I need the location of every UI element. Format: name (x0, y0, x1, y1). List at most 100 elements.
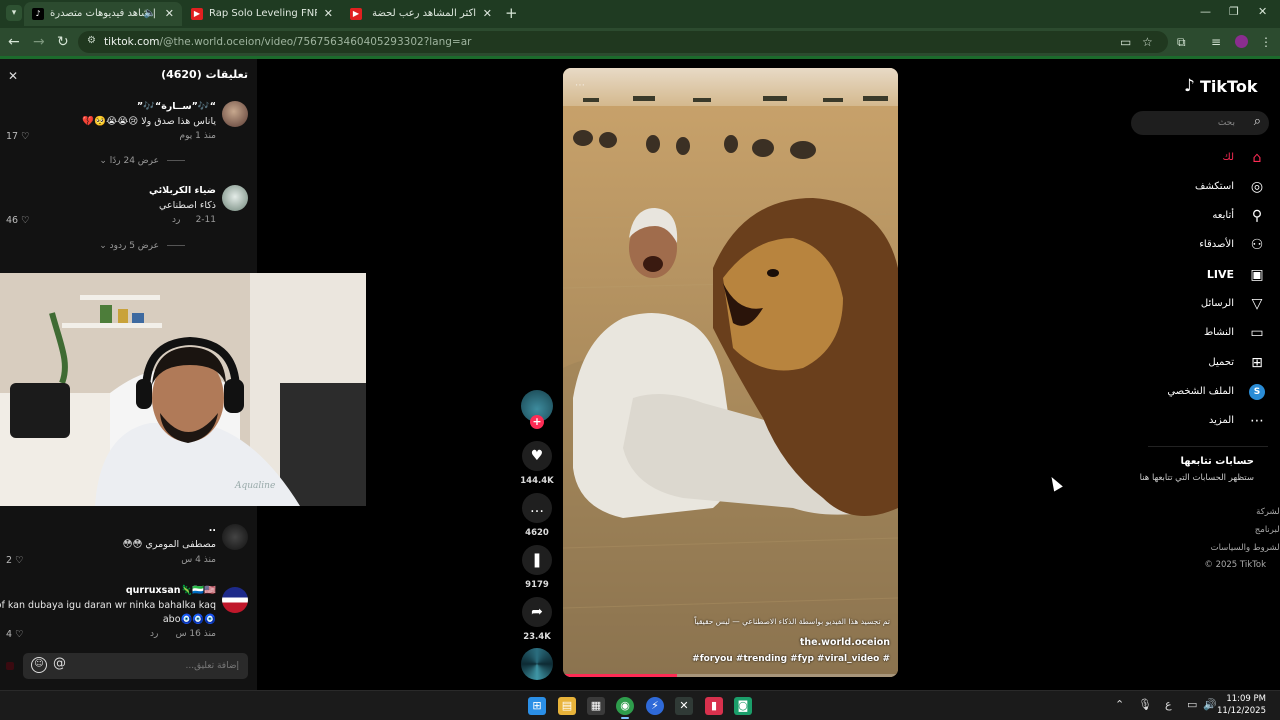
tray-chevron-icon[interactable]: ⌃ (1115, 698, 1124, 711)
reload-icon[interactable]: ↻ (57, 33, 69, 51)
music-disc-icon[interactable] (521, 648, 553, 680)
reply-link[interactable]: رد (150, 629, 158, 639)
youtube-favicon-icon: ▶ (350, 8, 362, 20)
comment-like-button[interactable]: 17 ♡ (6, 131, 30, 142)
sidebar-item-label: لك (1222, 152, 1234, 163)
comment-text: مصطفى المومري 😳😳 (122, 539, 216, 550)
media-control-icon[interactable]: ≡ (1211, 35, 1221, 49)
comment-author[interactable]: “🎶”سـ‍ـارة“🎶” (137, 101, 216, 112)
comment-time: 2-11 (195, 215, 216, 225)
xbox-icon[interactable]: ✕ (675, 697, 693, 715)
close-tab-icon[interactable]: ✕ (324, 2, 333, 26)
comment-time: منذ 4 س (181, 555, 216, 565)
like-button[interactable]: ♥ (522, 441, 552, 471)
sidebar-item-friends[interactable]: الأصدقاء ⚇ (1126, 234, 1266, 256)
bookmark-button[interactable]: ❚ (522, 545, 552, 575)
video-options-icon[interactable]: ⋯ (575, 80, 585, 91)
forward-icon[interactable]: → (33, 33, 45, 51)
tab-label: Rap Solo Leveling FNR | لمشاهدة الجديد (209, 8, 317, 19)
profile-avatar[interactable] (1235, 35, 1248, 48)
file-explorer-icon[interactable]: ▤ (558, 697, 576, 715)
video-hashtags[interactable]: #foryou #trending #fyp #viral_video # (692, 654, 890, 664)
mention-icon[interactable]: @ (53, 656, 66, 671)
video-progress-bar[interactable] (563, 674, 898, 677)
app-icon-blue[interactable]: ⚡ (646, 697, 664, 715)
view-replies-link[interactable]: ⌄ عرض 24 ردًا (99, 156, 185, 166)
close-tab-icon[interactable]: ✕ (483, 2, 492, 26)
home-icon: ⌂ (1252, 150, 1262, 166)
comment-author[interactable]: .. (209, 523, 216, 534)
footer-terms-link[interactable]: الشروط والسياسات (1211, 543, 1280, 553)
close-comments-icon[interactable]: ✕ (8, 69, 18, 83)
tab-label: اكثر المشاهد رعب لحضة اكل العه (368, 8, 476, 19)
browser-menu-icon[interactable]: ⋮ (1260, 35, 1272, 49)
network-icon[interactable]: ▭ (1187, 698, 1197, 711)
windows-taskbar: ⊞ ▤ ▦ ◉ ⚡ ✕ ▮ ◙ ⌃ 🎙 ع ▭ 🔊 11:09 PM 11/12… (0, 690, 1280, 720)
avatar[interactable] (222, 524, 248, 550)
extensions-icon[interactable]: ⧉ (1177, 35, 1186, 50)
sidebar-item-messages[interactable]: الرسائل ▽ (1126, 293, 1266, 315)
avatar[interactable] (222, 101, 248, 127)
video-username[interactable]: the.world.oceion (800, 637, 890, 648)
minimize-icon[interactable]: — (1200, 5, 1211, 18)
app-icon-red[interactable]: ▮ (705, 697, 723, 715)
comment-button[interactable]: … (522, 493, 552, 523)
cast-icon[interactable]: ▭ (1120, 35, 1131, 49)
more-icon: ⋯ (1250, 413, 1264, 429)
window-close-icon[interactable]: ✕ (1258, 5, 1267, 18)
follow-plus-icon[interactable]: + (530, 415, 544, 429)
windows-start-icon[interactable]: ⊞ (528, 697, 546, 715)
tiktok-logo[interactable]: ♪ TikTok (1184, 76, 1268, 98)
tab-youtube-horror[interactable]: ▶ اكثر المشاهد رعب لحضة اكل العه ✕ (342, 2, 500, 26)
comment-like-button[interactable]: 2 ♡ (6, 555, 24, 566)
app-icon-green[interactable]: ◙ (734, 697, 752, 715)
sidebar-item-profile[interactable]: الملف الشخصي S (1126, 381, 1266, 403)
search-input[interactable]: بحث ⌕ (1131, 111, 1269, 135)
store-icon[interactable]: ▦ (587, 697, 605, 715)
sidebar-item-following[interactable]: أتابعه ⚲ (1126, 205, 1266, 227)
site-info-icon[interactable]: ⚙ (87, 35, 96, 46)
share-count: 23.4K (523, 632, 551, 642)
input-language[interactable]: ع (1165, 698, 1172, 711)
avatar[interactable] (222, 587, 248, 613)
back-icon[interactable]: ← (8, 33, 20, 51)
search-icon[interactable]: ⌕ (1254, 114, 1261, 129)
comment-count: 4620 (525, 528, 549, 538)
maximize-icon[interactable]: ❐ (1229, 5, 1239, 18)
bookmark-star-icon[interactable]: ☆ (1142, 35, 1153, 49)
tab-youtube-rap[interactable]: ▶ Rap Solo Leveling FNR | لمشاهدة الجديد… (183, 2, 341, 26)
system-clock[interactable]: 11:09 PM 11/12/2025 (1217, 693, 1266, 717)
address-bar[interactable]: ⚙ tiktok.com/@the.world.oceion/video/756… (78, 31, 1168, 53)
sidebar-item-live[interactable]: LIVE ▣ (1126, 264, 1266, 286)
comment-like-button[interactable]: 4 ♡ (6, 629, 24, 640)
emoji-icon[interactable]: ☺ (31, 657, 47, 673)
reply-link[interactable]: رد (172, 215, 180, 225)
video-player[interactable]: ⋯ تم تجسيد هذا الفيديو بواسطة الذكاء الا… (563, 68, 898, 677)
sidebar-item-explore[interactable]: استكشف ◎ (1126, 176, 1266, 198)
comment-author[interactable]: qurruxsan🦎🇸🇱🇺🇸 (126, 585, 216, 596)
sidebar-item-activity[interactable]: النشاط ▭ (1126, 322, 1266, 344)
comment-like-button[interactable]: 46 ♡ (6, 215, 30, 226)
avatar[interactable] (222, 185, 248, 211)
view-replies-link[interactable]: ⌄ عرض 5 ردود (99, 241, 185, 251)
sidebar-item-more[interactable]: المزيد ⋯ (1126, 410, 1266, 432)
sidebar-item-upload[interactable]: تحميل ⊞ (1126, 352, 1266, 374)
close-tab-icon[interactable]: ✕ (165, 2, 174, 26)
tab-label: شاهد فيديوهات متصدرة | ok (50, 8, 158, 19)
like-count: 144.4K (520, 476, 554, 486)
tab-tiktok[interactable]: ♪ شاهد فيديوهات متصدرة | ok 🔈 ✕ (24, 2, 182, 26)
volume-icon[interactable]: 🔊 (1203, 698, 1217, 711)
tab-search-icon[interactable]: ▾ (6, 5, 22, 21)
new-tab-button[interactable]: + (505, 4, 518, 22)
microphone-icon[interactable]: 🎙 (1138, 698, 1152, 711)
comment-author[interactable]: ضياء الكربلائي (149, 185, 216, 196)
clock-date: 11/12/2025 (1217, 706, 1266, 716)
svg-text:Aqualine: Aqualine (234, 481, 275, 491)
sidebar-item-for-you[interactable]: لك ⌂ (1126, 147, 1266, 169)
share-button[interactable]: ➦ (522, 597, 552, 627)
comment-input[interactable]: ☺ @ إضافة تعليق... (23, 653, 248, 679)
speaker-icon[interactable]: 🔈 (144, 2, 156, 26)
footer-program-link[interactable]: البرنامج (1255, 525, 1280, 535)
chrome-icon[interactable]: ◉ (616, 697, 634, 715)
footer-company-link[interactable]: الشركة (1256, 507, 1280, 517)
